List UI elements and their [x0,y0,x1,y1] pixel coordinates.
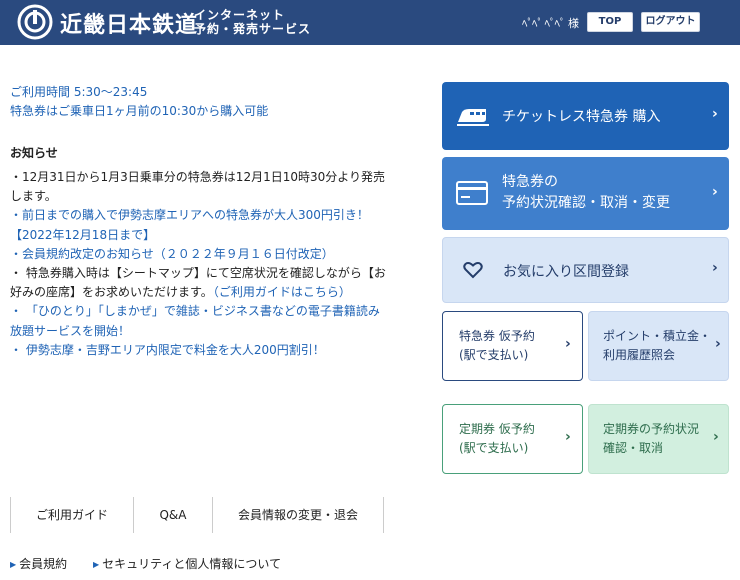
terms-label: 会員規約 [19,557,68,571]
train-icon [457,109,489,126]
terms-link[interactable]: ▶ 会員規約 [10,557,67,571]
user-name: ﾍﾟﾍﾟ ﾍﾟﾍﾟ 様 [522,15,579,31]
top-button[interactable]: TOP [587,12,633,32]
divider [383,497,384,533]
triangle-right-icon: ▶ [93,560,100,569]
reservation-status-button[interactable]: 特急券の 予約状況確認・取消・変更 › [442,157,729,230]
points-history-button[interactable]: ポイント・積立金・ 利用履歴照会 › [588,311,729,381]
chevron-right-icon: › [713,429,719,445]
express-provisional-label: 特急券 仮予約 (駅で支払い) [459,327,535,365]
user-honorific: 様 [568,17,579,30]
guide-link[interactable]: （ご利用ガイドはこちら） [213,285,351,299]
reservation-status-label: 特急券の 予約状況確認・取消・変更 [502,172,670,214]
qa-link[interactable]: Q&A [134,497,212,533]
service-name-line2: 予約・発売サービス [194,22,312,36]
user-name-masked: ﾍﾟﾍﾟ ﾍﾟﾍﾟ [522,17,565,30]
service-hours: ご利用時間 5:30〜23:45 特急券はご乗車日1ヶ月前の10:30から購入可… [10,83,268,121]
notices-title: お知らせ [10,146,58,160]
notice-item-6[interactable]: ・ 伊勢志摩・吉野エリア内限定で料金を大人200円割引！ [10,341,390,360]
service-name: インターネット 予約・発売サービス [194,8,311,36]
points-history-line2: 利用履歴照会 [603,348,676,362]
notice-item-5[interactable]: ・ 「ひのとり」「しまかぜ」で雑誌・ビジネス書などの電子書籍読み放題サービスを開… [10,302,390,340]
card-icon [456,181,488,205]
notice-item-2[interactable]: ・前日までの購入で伊勢志摩エリアへの特急券が大人300円引き！【2022年12月… [10,206,390,244]
pass-status-line1: 定期券の予約状況 [603,422,700,436]
notice-item-1: ・12月31日から1月3日乗車分の特急券は12月1日10時30分より発売します。 [10,170,386,204]
user-guide-link[interactable]: ご利用ガイド [11,497,133,533]
notice-item-4: ・ 特急券購入時は【シートマップ】にて空席状況を確認しながら【お好みの座席】をお… [10,264,390,302]
security-link[interactable]: ▶ セキュリティと個人情報について [93,557,281,571]
points-history-line1: ポイント・積立金・ [603,329,712,343]
pass-provisional-line1: 定期券 仮予約 [459,422,535,436]
pass-status-button[interactable]: 定期券の予約状況 確認・取消 › [588,404,729,474]
points-history-label: ポイント・積立金・ 利用履歴照会 [603,327,711,365]
pass-provisional-line2: (駅で支払い) [459,441,529,455]
notice-item-3[interactable]: ・会員規約改定のお知らせ（２０２２年９月１６日付改定） [10,245,390,264]
favorite-route-label: お気に入り区間登録 [503,264,629,280]
member-info-link[interactable]: 会員情報の変更・退会 [213,497,383,533]
express-provisional-button[interactable]: 特急券 仮予約 (駅で支払い) › [442,311,583,381]
purchase-note: 特急券はご乗車日1ヶ月前の10:30から購入可能 [10,104,269,118]
favorite-route-button[interactable]: お気に入り区間登録 › [442,237,729,303]
chevron-right-icon: › [712,260,718,276]
kintetsu-logo-icon[interactable] [17,4,53,40]
pass-provisional-label: 定期券 仮予約 (駅で支払い) [459,420,535,458]
triangle-right-icon: ▶ [10,560,17,569]
heart-icon [463,262,483,279]
chevron-right-icon: › [715,336,721,352]
site-header: 近畿日本鉄道 インターネット 予約・発売サービス ﾍﾟﾍﾟ ﾍﾟﾍﾟ 様 TOP… [0,0,740,45]
reservation-status-line2: 予約状況確認・取消・変更 [502,195,670,211]
chevron-right-icon: › [712,106,718,122]
express-provisional-line2: (駅で支払い) [459,348,529,362]
bottom-links: ▶ 会員規約 ▶ セキュリティと個人情報について [10,555,303,572]
chevron-right-icon: › [565,429,571,445]
service-name-line1: インターネット [194,8,286,22]
logout-button[interactable]: ログアウト [641,12,700,32]
chevron-right-icon: › [712,184,718,200]
chevron-right-icon: › [565,336,571,352]
notices-list: ・12月31日から1月3日乗車分の特急券は12月1日10時30分より発売します。… [10,168,390,360]
pass-status-label: 定期券の予約状況 確認・取消 [603,420,699,458]
security-label: セキュリティと個人情報について [102,557,282,571]
ticketless-purchase-button[interactable]: チケットレス特急券 購入 › [442,82,729,150]
express-provisional-line1: 特急券 仮予約 [459,329,535,343]
pass-status-line2: 確認・取消 [603,441,664,455]
pass-provisional-button[interactable]: 定期券 仮予約 (駅で支払い) › [442,404,583,474]
service-hours-text: ご利用時間 5:30〜23:45 [10,85,148,99]
ticketless-label: チケットレス特急券 購入 [502,109,661,125]
brand-name[interactable]: 近畿日本鉄道 [60,7,198,39]
reservation-status-line1: 特急券の [502,174,558,190]
